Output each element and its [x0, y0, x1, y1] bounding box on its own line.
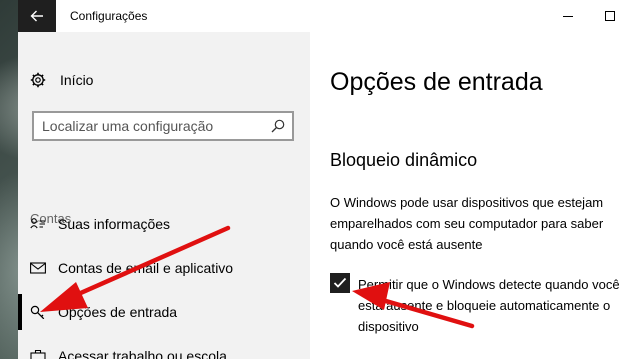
minimize-button[interactable] — [548, 0, 588, 32]
sidebar-item-label: Acessar trabalho ou escola — [58, 348, 227, 359]
gear-icon — [30, 72, 46, 88]
sidebar: Início Contas Suas informações Contas — [18, 32, 310, 359]
mail-icon — [30, 262, 46, 274]
home-link[interactable]: Início — [30, 72, 93, 88]
checkmark-icon — [333, 277, 347, 288]
settings-window: Configurações Início Contas — [18, 0, 640, 359]
section-description: O Windows pode usar dispositivos que est… — [330, 195, 604, 252]
back-arrow-icon — [30, 10, 43, 22]
dynamic-lock-checkbox[interactable] — [330, 273, 350, 293]
search-input[interactable] — [42, 118, 262, 134]
briefcase-icon — [30, 349, 46, 359]
sidebar-item-opcoes-entrada[interactable]: Opções de entrada — [18, 294, 310, 330]
title-bar: Configurações — [18, 0, 640, 32]
key-icon — [30, 305, 45, 319]
search-box[interactable] — [32, 111, 294, 141]
home-label: Início — [60, 72, 94, 88]
sidebar-item-label: Opções de entrada — [58, 304, 178, 320]
page-title: Opções de entrada — [330, 68, 543, 96]
sidebar-item-label: Suas informações — [58, 216, 171, 232]
sidebar-item-suas-informacoes[interactable]: Suas informações — [18, 206, 310, 242]
section-title: Bloqueio dinâmico — [330, 150, 478, 170]
sidebar-item-contas-email[interactable]: Contas de email e aplicativo — [18, 250, 310, 286]
maximize-icon — [605, 11, 615, 21]
minimize-icon — [563, 16, 573, 17]
back-button[interactable] — [18, 0, 56, 32]
maximize-button[interactable] — [590, 0, 630, 32]
window-title: Configurações — [70, 9, 148, 23]
search-icon — [271, 119, 285, 133]
person-card-icon — [30, 218, 45, 229]
dynamic-lock-checkbox-label[interactable]: Permitir que o Windows detecte quando vo… — [358, 274, 634, 337]
sidebar-item-trabalho-escola[interactable]: Acessar trabalho ou escola — [18, 338, 310, 359]
sidebar-item-label: Contas de email e aplicativo — [58, 260, 234, 276]
